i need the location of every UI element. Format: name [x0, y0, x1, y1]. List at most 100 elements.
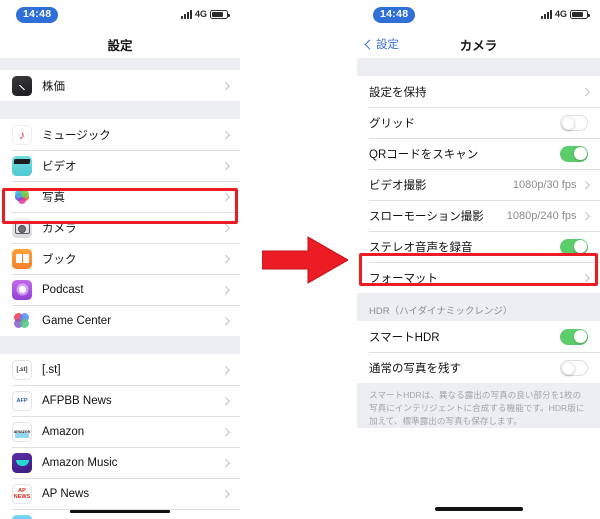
screenshot-stage: 14:48 4G 設定 株価 ♪ ミュージック ビデオ 写真 カメラ ブック P… [0, 0, 600, 519]
row-label: AFPBB News [42, 394, 112, 407]
music-app-icon: ♪ [12, 124, 32, 145]
back-button-label: 設定 [376, 39, 399, 51]
chevron-right-icon [581, 180, 590, 189]
battery-icon [210, 10, 230, 19]
page-title-camera: カメラ [459, 38, 498, 53]
row-grid[interactable]: グリッド [357, 107, 600, 138]
chevron-right-icon [221, 285, 230, 294]
sidebar-item-stocks[interactable]: 株価 [0, 70, 240, 101]
dotst-app-icon: [.st] [12, 359, 32, 380]
game-center-app-icon [12, 310, 32, 331]
chevron-right-icon [221, 130, 230, 139]
row-label: Game Center [42, 314, 112, 327]
chevron-right-icon [221, 365, 230, 374]
photos-app-icon [12, 186, 32, 207]
camera-app-icon [12, 217, 32, 238]
afpbb-news-app-icon: AFP [12, 390, 32, 411]
chevron-right-icon [221, 254, 230, 263]
row-format[interactable]: フォーマット [357, 262, 600, 293]
sidebar-item-music[interactable]: ♪ ミュージック [0, 119, 240, 150]
chevron-right-icon [221, 192, 230, 201]
row-label: 写真 [42, 191, 65, 204]
sidebar-item-afpbb-news[interactable]: AFP AFPBB News [0, 385, 240, 416]
section-footer-hdr-description: スマートHDRは、異なる露出の写真の良い部分を1枚の写真にインテリジェントに合成… [357, 383, 600, 428]
chevron-right-icon [221, 81, 230, 90]
hdr-settings-section: スマートHDR 通常の写真を残す [357, 321, 600, 383]
list-gap [0, 336, 240, 354]
sidebar-item-amazon-music[interactable]: Amazon Music [0, 447, 240, 478]
amazon-music-app-icon [12, 452, 32, 473]
chevron-right-icon [221, 396, 230, 405]
row-scan-qr-code[interactable]: QRコードをスキャン [357, 138, 600, 169]
row-label: Amazon Music [42, 456, 118, 469]
stocks-app-icon [12, 75, 32, 96]
chevron-right-icon [221, 161, 230, 170]
row-label: Podcast [42, 283, 84, 296]
toggle-record-stereo-sound[interactable] [560, 238, 588, 255]
row-label: ステレオ音声を録音 [369, 241, 473, 254]
status-indicators: 4G [180, 9, 230, 19]
list-gap [0, 58, 240, 70]
section-header-hdr: HDR（ハイダイナミックレンジ） [357, 293, 600, 321]
list-gap [357, 58, 600, 76]
status-time: 14:48 [373, 7, 416, 23]
redaction-strike [70, 510, 170, 513]
row-label: スマートHDR [369, 331, 440, 344]
row-label: ミュージック [42, 129, 111, 142]
chevron-right-icon [581, 87, 590, 96]
chevron-left-icon [364, 39, 375, 49]
chevron-right-icon [221, 489, 230, 498]
row-label: [.st] [42, 363, 61, 376]
row-value: 1080p/240 fps [506, 209, 577, 222]
list-gap [0, 101, 240, 119]
row-label: グリッド [369, 117, 415, 130]
battery-icon [570, 10, 590, 19]
row-preserve-settings[interactable]: 設定を保持 [357, 76, 600, 107]
sidebar-item-amazon[interactable]: amazon Amazon [0, 416, 240, 447]
row-label: カメラ [42, 222, 77, 235]
sidebar-item-photos[interactable]: 写真 [0, 181, 240, 212]
page-title-settings: 設定 [107, 38, 133, 53]
toggle-scan-qr-code[interactable] [560, 145, 588, 162]
apple-store-app-icon [12, 514, 32, 519]
sidebar-item-game-center[interactable]: Game Center [0, 305, 240, 336]
sidebar-item-ap-news[interactable]: AP NEWS AP News [0, 478, 240, 509]
status-bar-right: 14:48 4G [357, 0, 600, 30]
row-label: スローモーション撮影 [369, 210, 484, 223]
settings-section-apple-apps: ♪ ミュージック ビデオ 写真 カメラ ブック Podcast Game Cen… [0, 119, 240, 336]
signal-bars-icon [180, 9, 192, 19]
back-button[interactable]: 設定 [364, 36, 399, 52]
row-label: ビデオ [42, 160, 77, 173]
row-smart-hdr[interactable]: スマートHDR [357, 321, 600, 352]
sidebar-item-books[interactable]: ブック [0, 243, 240, 274]
chevron-right-icon [221, 223, 230, 232]
toggle-grid[interactable] [560, 114, 588, 131]
books-app-icon [12, 248, 32, 269]
row-label: AP News [42, 487, 90, 500]
toggle-keep-normal-photo[interactable] [560, 359, 588, 376]
chevron-right-icon [581, 273, 590, 282]
sidebar-item-dotst[interactable]: [.st] [.st] [0, 354, 240, 385]
podcast-app-icon [12, 279, 32, 300]
row-video-recording[interactable]: ビデオ撮影 1080p/30 fps [357, 169, 600, 200]
settings-section-third-party-apps: [.st] [.st] AFP AFPBB News amazon Amazon… [0, 354, 240, 519]
ap-news-app-icon: AP NEWS [12, 483, 32, 504]
row-slow-motion-recording[interactable]: スローモーション撮影 1080p/240 fps [357, 200, 600, 231]
status-indicators: 4G [540, 9, 590, 19]
sidebar-item-podcast[interactable]: Podcast [0, 274, 240, 305]
sidebar-item-camera[interactable]: カメラ [0, 212, 240, 243]
network-label: 4G [194, 9, 207, 19]
video-app-icon [12, 155, 32, 176]
right-phone-camera-screen: 14:48 4G 設定 カメラ 設定を保持 グリッド QRコードをスキャン ビデ… [357, 0, 600, 519]
home-indicator[interactable] [434, 507, 523, 511]
row-label: 設定を保持 [369, 86, 427, 99]
chevron-right-icon [581, 211, 590, 220]
toggle-smart-hdr[interactable] [560, 328, 588, 345]
sidebar-item-video[interactable]: ビデオ [0, 150, 240, 181]
row-keep-normal-photo[interactable]: 通常の写真を残す [357, 352, 600, 383]
chevron-right-icon [221, 458, 230, 467]
row-record-stereo-sound[interactable]: ステレオ音声を録音 [357, 231, 600, 262]
row-label: 株価 [42, 80, 65, 93]
chevron-right-icon [221, 316, 230, 325]
row-label: ビデオ撮影 [369, 179, 427, 192]
